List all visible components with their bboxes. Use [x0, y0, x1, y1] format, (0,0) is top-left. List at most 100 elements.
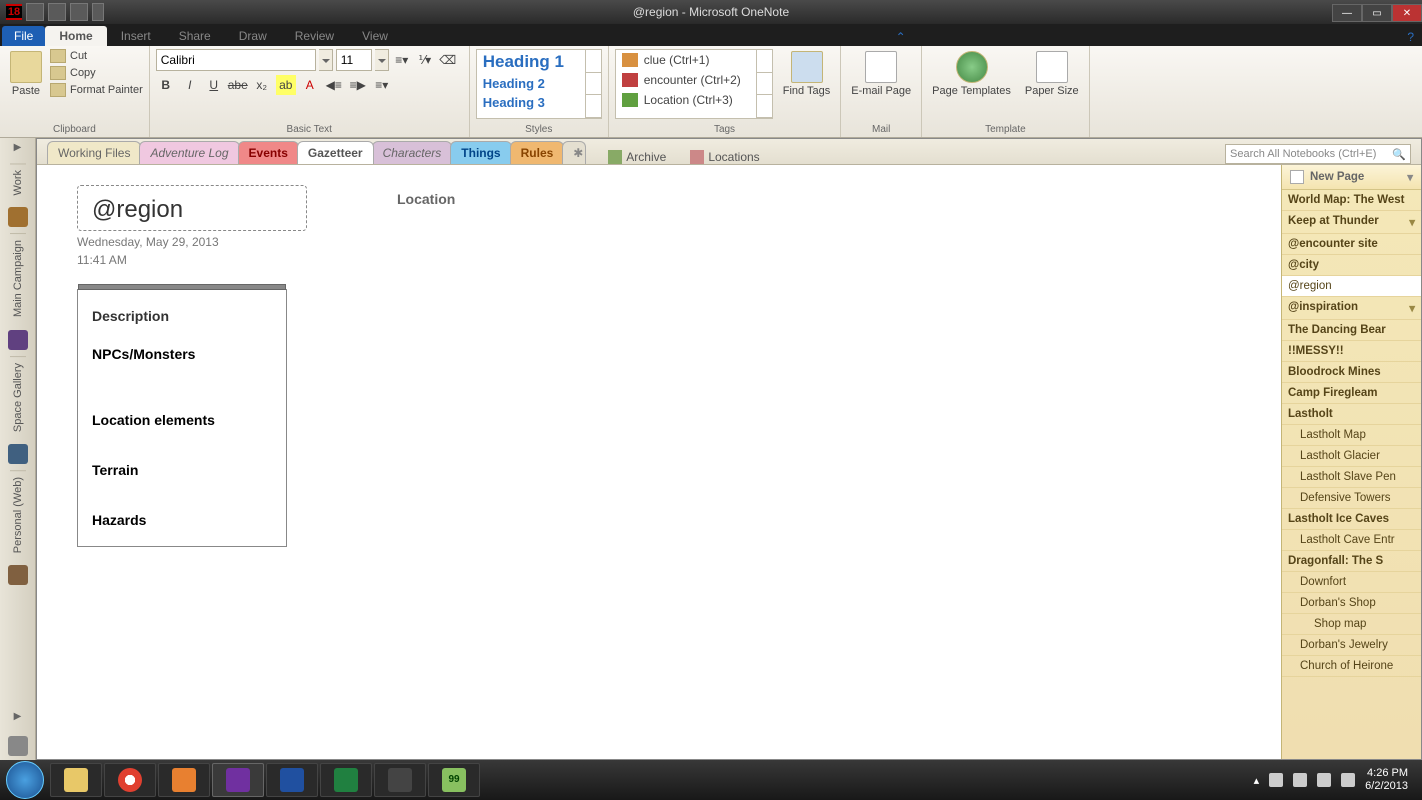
flag-icon[interactable]	[1269, 773, 1283, 787]
tab-draw[interactable]: Draw	[225, 26, 281, 46]
page-list-item[interactable]: Downfort	[1282, 572, 1421, 593]
section-hazards[interactable]: Hazards	[92, 512, 272, 528]
numbering-button[interactable]: ⅟▾	[415, 50, 435, 70]
notebook-icon[interactable]	[8, 444, 28, 464]
chevron-down-icon[interactable]: ▾	[1409, 301, 1415, 315]
tag-encounter[interactable]: encounter (Ctrl+2)	[616, 70, 772, 90]
strike-button[interactable]: abe	[228, 75, 248, 95]
archive-link[interactable]: Archive	[608, 150, 666, 164]
page-list-item[interactable]: Camp Firegleam	[1282, 383, 1421, 404]
tags-gallery[interactable]: clue (Ctrl+1) encounter (Ctrl+2) Locatio…	[615, 49, 773, 119]
clear-format-button[interactable]: ⌫	[438, 50, 458, 70]
section-loc-elements[interactable]: Location elements	[92, 412, 272, 428]
notebook-work[interactable]: Work	[10, 163, 26, 201]
notebook-icon[interactable]	[8, 330, 28, 350]
page-title[interactable]: @region	[77, 185, 307, 231]
section-description[interactable]: Description	[92, 308, 272, 324]
page-list-item[interactable]: Lastholt Glacier	[1282, 446, 1421, 467]
drag-handle-icon[interactable]	[78, 284, 286, 290]
page-list-item[interactable]: @city	[1282, 255, 1421, 276]
tab-events[interactable]: Events	[238, 141, 299, 164]
page-list-item[interactable]: @region	[1282, 276, 1421, 297]
note-container[interactable]: Description NPCs/Monsters Location eleme…	[77, 289, 287, 547]
page-list-item[interactable]: Lastholt Ice Caves	[1282, 509, 1421, 530]
tab-insert[interactable]: Insert	[107, 26, 165, 46]
tab-adventure-log[interactable]: Adventure Log	[139, 141, 239, 164]
style-more-icon[interactable]	[586, 95, 601, 118]
page-list-item[interactable]: Dorban's Shop	[1282, 593, 1421, 614]
nav-more-icon[interactable]: ▶	[14, 711, 22, 722]
qat-btn-2[interactable]	[48, 3, 66, 21]
tab-things[interactable]: Things	[450, 141, 511, 164]
clock[interactable]: 4:26 PM 6/2/2013	[1365, 767, 1408, 793]
tab-rules[interactable]: Rules	[510, 141, 565, 164]
page-list-item[interactable]: Dorban's Jewelry	[1282, 635, 1421, 656]
font-color-button[interactable]: A	[300, 75, 320, 95]
close-button[interactable]: ✕	[1392, 4, 1422, 22]
style-heading3[interactable]: Heading 3	[477, 93, 601, 112]
notebook-icon[interactable]	[8, 207, 28, 227]
note-canvas[interactable]: @region Wednesday, May 29, 2013 11:41 AM…	[37, 165, 1281, 759]
style-down-icon[interactable]	[586, 73, 601, 96]
style-heading2[interactable]: Heading 2	[477, 74, 601, 93]
tab-working-files[interactable]: Working Files	[47, 141, 141, 164]
page-list-item[interactable]: Lastholt Map	[1282, 425, 1421, 446]
page-list-item[interactable]: Lastholt Cave Entr	[1282, 530, 1421, 551]
page-list-item[interactable]: Lastholt	[1282, 404, 1421, 425]
network-icon[interactable]	[1293, 773, 1307, 787]
qat-btn-3[interactable]	[70, 3, 88, 21]
outdent-button[interactable]: ◀≡	[324, 75, 344, 95]
bold-button[interactable]: B	[156, 75, 176, 95]
new-section-button[interactable]: ✱	[562, 141, 586, 164]
onenote-button[interactable]	[212, 763, 264, 797]
page-list-item[interactable]: Lastholt Slave Pen	[1282, 467, 1421, 488]
tag-down-icon[interactable]	[757, 73, 772, 96]
notebook-personal-web[interactable]: Personal (Web)	[10, 470, 26, 559]
locations-link[interactable]: Locations	[690, 150, 759, 164]
qat-customize[interactable]	[92, 3, 104, 21]
ribbon-minimize-icon[interactable]: ⌃	[888, 28, 914, 46]
chrome-button[interactable]	[104, 763, 156, 797]
style-heading1[interactable]: Heading 1	[477, 50, 601, 74]
explorer-button[interactable]	[50, 763, 102, 797]
styles-gallery[interactable]: Heading 1 Heading 2 Heading 3	[476, 49, 602, 119]
volume-icon[interactable]	[1317, 773, 1331, 787]
help-icon[interactable]: ?	[1399, 28, 1422, 46]
highlight-button[interactable]: ab	[276, 75, 296, 95]
paste-button[interactable]: Paste	[6, 49, 46, 99]
page-list-item[interactable]: The Dancing Bear	[1282, 320, 1421, 341]
new-page-button[interactable]: New Page ▾	[1282, 165, 1421, 190]
chevron-down-icon[interactable]: ▾	[1407, 170, 1413, 184]
align-button[interactable]: ≡▾	[372, 75, 392, 95]
tab-review[interactable]: Review	[281, 26, 348, 46]
app-99-button[interactable]: 99	[428, 763, 480, 797]
underline-button[interactable]: U	[204, 75, 224, 95]
font-size-select[interactable]	[336, 49, 372, 71]
expand-nav-icon[interactable]: ▶	[14, 142, 22, 153]
font-select[interactable]	[156, 49, 316, 71]
tab-gazetteer[interactable]: Gazetteer	[297, 141, 374, 164]
chevron-down-icon[interactable]: ▾	[1409, 215, 1415, 229]
tag-up-icon[interactable]	[757, 50, 772, 73]
indent-button[interactable]: ≡▶	[348, 75, 368, 95]
power-icon[interactable]	[1341, 773, 1355, 787]
subscript-button[interactable]: x₂	[252, 75, 272, 95]
email-page-button[interactable]: E-mail Page	[847, 49, 915, 99]
notebook-space-gallery[interactable]: Space Gallery	[10, 356, 26, 438]
qat-btn-1[interactable]	[26, 3, 44, 21]
tab-home[interactable]: Home	[45, 26, 106, 46]
tab-view[interactable]: View	[348, 26, 402, 46]
page-list-item[interactable]: @encounter site	[1282, 234, 1421, 255]
cut-button[interactable]: Cut	[50, 49, 143, 63]
page-list-item[interactable]: Defensive Towers	[1282, 488, 1421, 509]
page-list-item[interactable]: Bloodrock Mines	[1282, 362, 1421, 383]
font-dropdown-icon[interactable]	[319, 49, 333, 71]
section-terrain[interactable]: Terrain	[92, 462, 272, 478]
media-player-button[interactable]	[158, 763, 210, 797]
word-button[interactable]	[266, 763, 318, 797]
find-tags-button[interactable]: Find Tags	[779, 49, 835, 119]
paper-size-button[interactable]: Paper Size	[1021, 49, 1083, 99]
section-npcs[interactable]: NPCs/Monsters	[92, 346, 272, 362]
format-painter-button[interactable]: Format Painter	[50, 83, 143, 97]
page-list-item[interactable]: Shop map	[1282, 614, 1421, 635]
